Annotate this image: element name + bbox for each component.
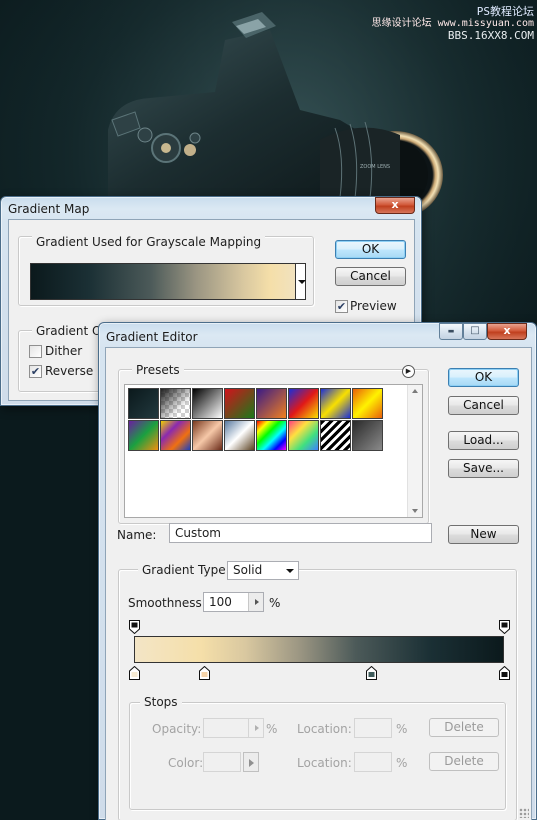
color-stop-1[interactable]	[199, 666, 211, 680]
gradient-preview-bar[interactable]	[30, 263, 298, 300]
gradient-mapping-label: Gradient Used for Grayscale Mapping	[32, 235, 266, 249]
maximize-icon: □	[470, 325, 480, 336]
preset-swatch-foreground-to-background[interactable]	[128, 388, 159, 419]
color-location-unit: %	[396, 756, 408, 770]
reverse-label[interactable]: Reverse	[45, 364, 93, 378]
close-icon: x	[503, 324, 511, 337]
opacity-input	[203, 718, 264, 738]
color-stop-2[interactable]	[365, 666, 377, 680]
smoothness-stepper[interactable]	[248, 593, 263, 611]
smoothness-unit: %	[269, 596, 281, 610]
preset-swatch-violet-orange[interactable]	[256, 388, 287, 419]
smoothness-label: Smoothness:	[128, 596, 206, 610]
color-stop-3[interactable]	[499, 666, 510, 680]
watermark-line-2: PS教程论坛	[476, 5, 534, 18]
gradient-dropdown-button[interactable]	[295, 263, 306, 300]
presets-scrollbar[interactable]	[407, 385, 422, 517]
gradient-type-label: Gradient Type:	[138, 563, 234, 577]
gradient-editor-bar[interactable]	[134, 636, 504, 663]
gradient-map-ok-button[interactable]: OK	[335, 240, 406, 259]
preset-swatch-orange-yellow-orange[interactable]	[352, 388, 383, 419]
minimize-icon: ▬	[447, 327, 455, 335]
name-input[interactable]: Custom	[169, 523, 432, 543]
watermark: PS教程论坛 思缘设计论坛 www.missyuan.com BBS.16XX8…	[362, 6, 534, 42]
color-location-input	[354, 752, 392, 772]
gradient-map-cancel-button[interactable]: Cancel	[335, 267, 406, 286]
close-icon: x	[391, 198, 399, 211]
opacity-location-label: Location:	[297, 722, 352, 736]
smoothness-value: 100	[209, 595, 232, 609]
preset-grid	[128, 388, 388, 458]
gradient-editor-dialog: Gradient Editor ▬ □ x Presets ▶ OK Cance…	[98, 322, 537, 820]
reverse-checkbox[interactable]: ✔	[29, 365, 42, 378]
chevron-right-icon	[249, 759, 254, 767]
gradient-type-select[interactable]: Solid	[227, 561, 299, 580]
gradient-editor-cancel-button[interactable]: Cancel	[448, 396, 519, 415]
resize-grip[interactable]	[519, 808, 529, 818]
opacity-delete-button[interactable]: Delete	[429, 718, 499, 737]
watermark-line-3: BBS.16XX8.COM	[447, 29, 534, 42]
preset-swatch-copper[interactable]	[192, 420, 223, 451]
presets-label: Presets	[132, 363, 184, 377]
lens-label: ZOOM LENS	[360, 164, 390, 170]
smoothness-input[interactable]: 100	[203, 592, 264, 612]
chevron-down-icon	[298, 280, 306, 284]
preset-swatch-transparent-stripes[interactable]	[320, 420, 351, 451]
color-location-label: Location:	[297, 756, 352, 770]
gradient-map-title: Gradient Map	[8, 202, 90, 216]
preset-swatch-violet-green-orange[interactable]	[128, 420, 159, 451]
color-stop-0[interactable]	[129, 666, 140, 680]
opacity-stepper	[248, 719, 263, 737]
preview-checkbox[interactable]: ✔	[335, 300, 348, 313]
preset-swatch-spectrum[interactable]	[256, 420, 287, 451]
opacity-stop-1[interactable]	[499, 620, 510, 634]
gradient-editor-title: Gradient Editor	[106, 330, 198, 344]
gradient-editor-body: Presets ▶ OK Cancel Load... Save... Name…	[105, 347, 532, 820]
gradient-map-close-button[interactable]: x	[375, 197, 415, 214]
opacity-stop-0[interactable]	[129, 620, 140, 634]
color-delete-button[interactable]: Delete	[429, 752, 499, 771]
new-button[interactable]: New	[448, 525, 519, 544]
presets-list	[124, 384, 423, 518]
minimize-button[interactable]: ▬	[439, 323, 463, 340]
chevron-right-icon	[255, 599, 259, 605]
preset-swatch-red-green[interactable]	[224, 388, 255, 419]
dither-label[interactable]: Dither	[45, 344, 82, 358]
preset-swatch-neutral-density[interactable]	[352, 420, 383, 451]
preset-swatch-black-white[interactable]	[192, 388, 223, 419]
preset-swatch-chrome[interactable]	[224, 420, 255, 451]
preset-swatch-blue-red-yellow[interactable]	[288, 388, 319, 419]
gradient-stop-area	[128, 620, 510, 684]
preset-swatch-foreground-to-transparent[interactable]	[160, 388, 191, 419]
dither-checkbox[interactable]	[29, 345, 42, 358]
opacity-label: Opacity:	[152, 722, 202, 736]
arrow-right-icon: ▶	[405, 367, 412, 375]
preset-swatch-yellow-violet-orange-blue[interactable]	[160, 420, 191, 451]
opacity-location-input	[354, 718, 392, 738]
opacity-location-unit: %	[396, 722, 408, 736]
name-label: Name:	[117, 528, 157, 542]
preset-swatch-blue-yellow-blue[interactable]	[320, 388, 351, 419]
gradient-editor-close-button[interactable]: x	[487, 323, 527, 340]
save-button[interactable]: Save...	[448, 459, 519, 478]
color-picker-button	[243, 752, 259, 772]
gradient-editor-ok-button[interactable]: OK	[448, 368, 519, 387]
opacity-unit: %	[266, 722, 278, 736]
gradient-type-value: Solid	[233, 563, 263, 577]
load-button[interactable]: Load...	[448, 431, 519, 450]
chevron-down-icon	[286, 569, 294, 573]
presets-menu-button[interactable]: ▶	[402, 365, 415, 378]
color-swatch	[203, 752, 241, 772]
scroll-down-icon[interactable]	[412, 509, 418, 513]
maximize-button[interactable]: □	[463, 323, 487, 340]
chevron-right-icon	[255, 725, 259, 731]
preset-swatch-transparent-rainbow[interactable]	[288, 420, 319, 451]
scroll-up-icon[interactable]	[412, 389, 418, 393]
color-label: Color:	[168, 756, 204, 770]
preview-label[interactable]: Preview	[350, 299, 397, 313]
stops-label: Stops	[140, 695, 182, 709]
